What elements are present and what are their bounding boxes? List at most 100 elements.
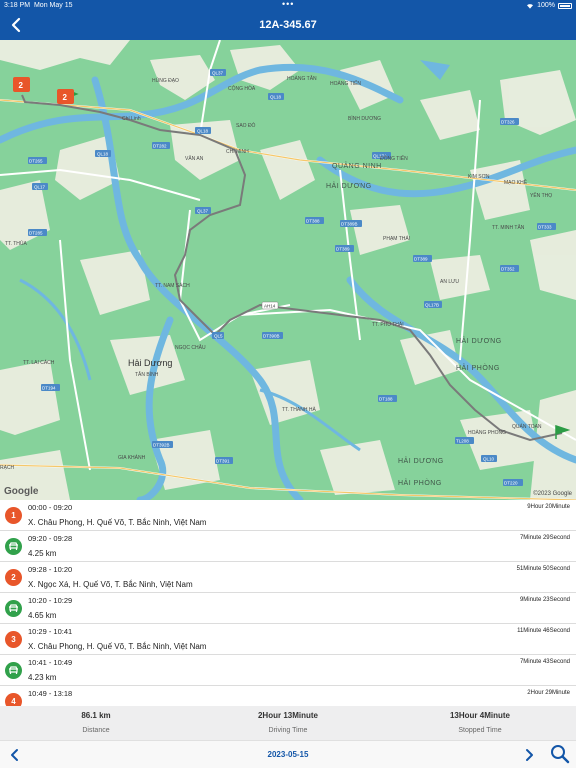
trip-time: 00:00 - 09:20 [28, 503, 73, 512]
trip-list[interactable]: 1 00:00 - 09:20 X. Châu Phong, H. Quế Võ… [0, 500, 576, 706]
svg-text:DT194: DT194 [42, 386, 56, 391]
status-time: 3:18 PM Mon May 15 [4, 2, 73, 9]
svg-text:BÌNH DƯƠNG: BÌNH DƯƠNG [348, 115, 381, 122]
svg-text:CỘNG HÒA: CỘNG HÒA [228, 85, 256, 92]
svg-text:YÊN THỌ: YÊN THỌ [530, 191, 552, 199]
multitask-dots[interactable]: ••• [282, 0, 294, 10]
svg-text:PHẠM THÁI: PHẠM THÁI [383, 235, 410, 242]
trip-duration: 51Minute 50Second [516, 566, 570, 572]
car-icon [5, 538, 22, 555]
trip-row-drive-3[interactable]: 10:41 - 10:49 4.23 km 7Minute 43Second [0, 655, 576, 686]
google-logo: Google [4, 486, 39, 497]
trip-time: 09:28 - 10:20 [28, 565, 73, 574]
car-icon [5, 600, 22, 617]
map-canvas: QL37 QL18 QL18 QL18 DT282 DT265 QL17 DT2… [0, 40, 576, 500]
svg-text:2: 2 [19, 81, 24, 90]
svg-text:NGỌC CHÂU: NGỌC CHÂU [175, 344, 206, 351]
svg-text:MẠO KHÊ: MẠO KHÊ [504, 178, 528, 186]
svg-text:QUẢNG NINH: QUẢNG NINH [332, 161, 382, 170]
trip-time: 10:29 - 10:41 [28, 627, 73, 636]
svg-text:VĂN AN: VĂN AN [185, 155, 204, 162]
trip-row-drive-2[interactable]: 10:20 - 10:29 4.65 km 9Minute 23Second [0, 593, 576, 624]
svg-text:DT333: DT333 [538, 225, 552, 230]
selected-date[interactable]: 2023-05-15 [0, 750, 576, 759]
driving-time-label: Driving Time [268, 727, 308, 734]
nav-header: 12A-345.67 [0, 11, 576, 40]
car-icon [5, 662, 22, 679]
trip-row-stop-1[interactable]: 1 00:00 - 09:20 X. Châu Phong, H. Quế Võ… [0, 500, 576, 531]
svg-text:RẠCH: RẠCH [0, 465, 15, 471]
svg-text:QL10: QL10 [483, 457, 495, 462]
trip-distance: 4.25 km [28, 549, 57, 558]
svg-text:HẢI PHÒNG: HẢI PHÒNG [398, 478, 442, 487]
svg-text:DT282: DT282 [153, 144, 167, 149]
status-right: 100% [526, 0, 572, 11]
trip-time: 10:20 - 10:29 [28, 596, 73, 605]
svg-text:DT389: DT389 [336, 247, 350, 252]
trip-duration: 7Minute 29Second [519, 535, 570, 541]
status-bar: 3:18 PM Mon May 15 ••• 100% [0, 0, 576, 11]
svg-text:HẢI DƯƠNG: HẢI DƯƠNG [398, 456, 444, 465]
city-label-hai-duong: Hải Dương [128, 358, 172, 368]
svg-text:QL18: QL18 [197, 129, 209, 134]
map-copyright: ©2023 Google [533, 491, 572, 497]
vehicle-plate-title: 12A-345.67 [259, 19, 317, 31]
svg-text:TT. PHÚ THÁI: TT. PHÚ THÁI [372, 321, 404, 328]
svg-text:QL18: QL18 [97, 152, 109, 157]
summary-stopped-time: 13Hour 4Minute Stopped Time [384, 706, 576, 740]
svg-text:HOÀNG TIẾN: HOÀNG TIẾN [330, 80, 361, 87]
wifi-icon [527, 3, 534, 9]
svg-text:QL17: QL17 [34, 185, 46, 190]
svg-text:DT389: DT389 [414, 257, 428, 262]
svg-text:DT352: DT352 [501, 267, 515, 272]
stop-number-icon: 3 [5, 631, 22, 648]
svg-text:TT. THANH HÀ: TT. THANH HÀ [282, 406, 316, 413]
svg-text:DT392B: DT392B [153, 443, 170, 448]
trip-distance: 4.23 km [28, 673, 57, 682]
search-icon[interactable] [550, 744, 570, 764]
trip-duration: 9Minute 23Second [519, 597, 570, 603]
stop-number-icon: 1 [5, 507, 22, 524]
distance-value: 86.1 km [81, 711, 111, 720]
svg-text:DT285: DT285 [29, 231, 43, 236]
trip-address: X. Châu Phong, H. Quế Võ, T. Bắc Ninh, V… [28, 642, 207, 651]
trip-duration: 9Hour 20Minute [527, 504, 570, 510]
svg-text:TT. MINH TÂN: TT. MINH TÂN [492, 224, 525, 231]
svg-text:HẢI PHÒNG: HẢI PHÒNG [456, 363, 500, 372]
trip-row-stop-2[interactable]: 2 09:28 - 10:20 X. Ngọc Xá, H. Quế Võ, T… [0, 562, 576, 593]
svg-text:QL37: QL37 [197, 209, 209, 214]
svg-text:SAO ĐỎ: SAO ĐỎ [236, 122, 256, 129]
svg-text:QL37: QL37 [212, 71, 224, 76]
stop-marker-2[interactable]: 2 [57, 89, 74, 104]
date-toolbar: 2023-05-15 [0, 740, 576, 768]
battery-icon [558, 2, 572, 9]
trip-row-stop-3[interactable]: 3 10:29 - 10:41 X. Châu Phong, H. Quế Võ… [0, 624, 576, 655]
svg-text:DT220: DT220 [504, 481, 518, 486]
svg-text:QL18: QL18 [270, 95, 282, 100]
svg-text:CHÍ MINH: CHÍ MINH [226, 148, 249, 155]
driving-time-value: 2Hour 13Minute [257, 711, 318, 720]
svg-text:KIM SƠN: KIM SƠN [468, 174, 490, 180]
summary-distance: 86.1 km Distance [0, 706, 192, 740]
svg-text:HÙNG ĐẠO: HÙNG ĐẠO [152, 77, 179, 84]
svg-text:DT265: DT265 [29, 159, 43, 164]
trip-row-stop-4[interactable]: 4 10:49 - 13:18 2Hour 29Minute [0, 686, 576, 706]
chevron-right-icon[interactable] [521, 747, 537, 763]
route-map[interactable]: QL37 QL18 QL18 QL18 DT282 DT265 QL17 DT2… [0, 40, 576, 500]
svg-text:DT188: DT188 [379, 397, 393, 402]
svg-text:DT389B: DT389B [341, 222, 358, 227]
svg-text:ĐỒNG TIẾN: ĐỒNG TIẾN [380, 155, 408, 162]
stop-marker-1[interactable]: 2 [13, 77, 30, 92]
trip-duration: 11Minute 46Second [517, 628, 570, 634]
svg-text:DT391: DT391 [216, 459, 230, 464]
trip-time: 10:49 - 13:18 [28, 689, 73, 698]
stopped-time-label: Stopped Time [458, 727, 502, 734]
svg-text:DT326: DT326 [501, 120, 515, 125]
summary-driving-time: 2Hour 13Minute Driving Time [192, 706, 384, 740]
trip-row-drive-1[interactable]: 09:20 - 09:28 4.25 km 7Minute 29Second [0, 531, 576, 562]
trip-distance: 4.65 km [28, 611, 57, 620]
svg-text:DT388: DT388 [306, 219, 320, 224]
trip-address: X. Châu Phong, H. Quế Võ, T. Bắc Ninh, V… [28, 518, 207, 527]
stop-number-icon: 2 [5, 569, 22, 586]
svg-text:TT. NAM SÁCH: TT. NAM SÁCH [155, 282, 190, 289]
